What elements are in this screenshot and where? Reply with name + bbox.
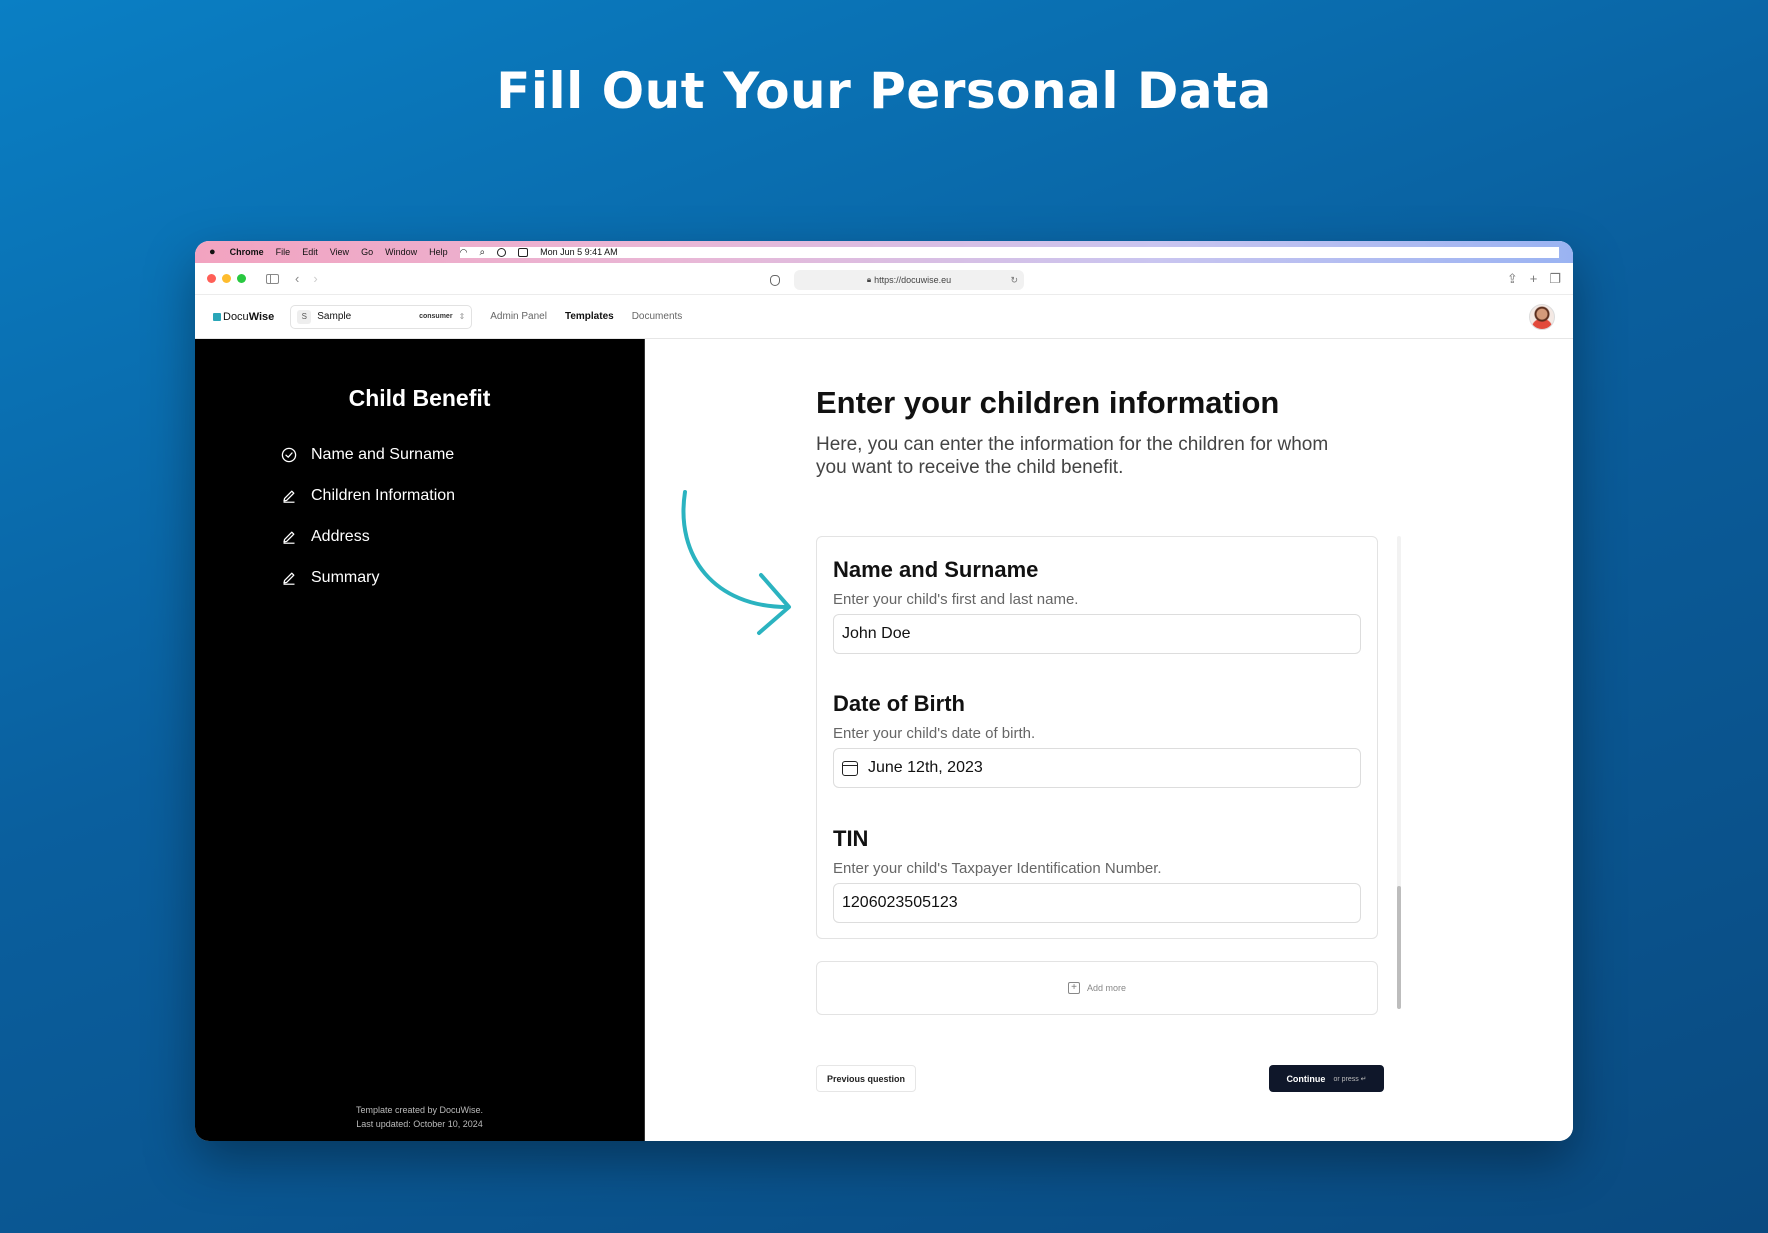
workspace-name: Sample [317, 311, 352, 322]
menu-edit[interactable]: Edit [302, 247, 318, 257]
dob-value: June 12th, 2023 [868, 759, 983, 776]
step-label: Children Information [311, 486, 456, 504]
tin-value: 1206023505123 [842, 894, 958, 911]
privacy-shield-icon[interactable] [770, 274, 780, 286]
main-content: Child Benefit Name and Surname Children … [195, 339, 1573, 1141]
menu-file[interactable]: File [276, 247, 291, 257]
name-help: Enter your child's first and last name. [833, 591, 1079, 608]
share-icon[interactable]: ⇪ [1507, 271, 1518, 287]
step-label: Name and Surname [311, 445, 455, 463]
control-center-icon[interactable] [518, 247, 529, 257]
plus-square-icon: + [1067, 982, 1080, 994]
question-description: Here, you can enter the information for … [816, 434, 1329, 478]
lock-icon: 🔒︎ [866, 275, 872, 284]
add-more-label: Add more [1086, 983, 1127, 993]
workspace-badge: consumer [419, 313, 453, 320]
sidebar-toggle-icon[interactable] [266, 273, 279, 284]
nav-templates[interactable]: Templates [565, 311, 614, 322]
question-panel: Enter your children information Here, yo… [645, 339, 1573, 1141]
name-value: John Doe [842, 625, 911, 642]
calendar-icon [842, 760, 858, 776]
curved-arrow-icon [681, 490, 791, 635]
continue-hint: or press ↵ [1333, 1075, 1367, 1083]
workspace-switcher[interactable]: S Sample consumer ⇕ [290, 304, 473, 329]
new-tab-icon[interactable]: + [1530, 271, 1538, 287]
step-name-and-surname[interactable]: Name and Surname [281, 434, 644, 475]
dob-picker[interactable]: June 12th, 2023 [833, 748, 1361, 788]
sidebar-title: Child Benefit [348, 385, 491, 411]
user-avatar[interactable] [1529, 303, 1555, 330]
menu-go[interactable]: Go [361, 247, 373, 257]
continue-label: Continue [1286, 1073, 1326, 1084]
zoom-window-icon[interactable] [237, 274, 246, 283]
dob-help: Enter your child's date of birth. [833, 725, 1036, 742]
step-label: Address [311, 527, 370, 545]
logo-text-light: Docu [223, 310, 249, 323]
template-credit: Template created by DocuWise. [355, 1105, 484, 1115]
workspace-avatar: S [297, 309, 312, 324]
sidebar-footer: Template created by DocuWise. Last updat… [195, 1103, 644, 1131]
wifi-icon[interactable]: ◠ [460, 247, 468, 258]
app-header: Docu Wise S Sample consumer ⇕ Admin Panel… [195, 295, 1573, 339]
menu-view[interactable]: View [330, 247, 349, 257]
nav-documents[interactable]: Documents [632, 311, 683, 322]
step-address[interactable]: Address [281, 516, 644, 557]
question-title: Enter your children information [816, 385, 1280, 420]
pencil-icon [281, 570, 297, 586]
close-window-icon[interactable] [207, 274, 216, 283]
forward-icon[interactable]: › [313, 271, 317, 286]
mac-menubar: ● Chrome File Edit View Go Window Help ◠… [195, 241, 1573, 263]
name-label: Name and Surname [833, 557, 1039, 582]
tin-field-group: TIN Enter your child's Taxpayer Identifi… [833, 826, 1361, 923]
dob-label: Date of Birth [833, 691, 965, 716]
step-label: Summary [311, 568, 380, 586]
steps-sidebar: Child Benefit Name and Surname Children … [195, 339, 645, 1141]
menu-help[interactable]: Help [429, 247, 448, 257]
name-field-group: Name and Surname Enter your child's firs… [833, 557, 1361, 654]
minimize-window-icon[interactable] [222, 274, 231, 283]
name-input[interactable]: John Doe [833, 614, 1361, 654]
menubar-clock[interactable]: Mon Jun 5 9:41 AM [540, 247, 618, 257]
docuwise-logo[interactable]: Docu Wise [213, 311, 274, 323]
reload-icon[interactable]: ↻ [1010, 275, 1018, 286]
address-area: 🔒︎ https://docuwise.eu ↻ [770, 270, 1024, 290]
chevron-updown-icon: ⇕ [458, 312, 466, 321]
spotlight-icon[interactable]: ⌕ [479, 247, 485, 258]
tin-help: Enter your child's Taxpayer Identificati… [833, 860, 1162, 877]
previous-question-button[interactable]: Previous question [816, 1065, 917, 1092]
continue-button[interactable]: Continue or press ↵ [1269, 1065, 1384, 1092]
step-children-information[interactable]: Children Information [281, 475, 644, 516]
apple-icon[interactable]: ● [209, 246, 216, 258]
window-controls [207, 274, 246, 283]
user-switch-icon[interactable] [497, 247, 507, 257]
tin-label: TIN [833, 826, 869, 851]
scrollbar-thumb[interactable] [1397, 886, 1401, 1009]
dob-field-group: Date of Birth Enter your child's date of… [833, 691, 1361, 788]
menu-app[interactable]: Chrome [230, 247, 264, 257]
nav-admin-panel[interactable]: Admin Panel [490, 311, 547, 322]
logo-text-bold: Wise [248, 310, 275, 323]
add-more-button[interactable]: + Add more [816, 961, 1378, 1015]
check-circle-icon [281, 447, 297, 463]
tin-input[interactable]: 1206023505123 [833, 883, 1361, 923]
step-summary[interactable]: Summary [281, 557, 644, 598]
pencil-icon [281, 529, 297, 545]
steps-list: Name and Surname Children Information Ad… [195, 434, 644, 598]
back-icon[interactable]: ‹ [295, 271, 299, 286]
hero-title: Fill Out Your Personal Data [496, 62, 1272, 120]
tab-overview-icon[interactable]: ❐ [1549, 271, 1561, 287]
address-bar[interactable]: 🔒︎ https://docuwise.eu ↻ [794, 270, 1024, 290]
menu-window[interactable]: Window [385, 247, 417, 257]
url-text: https://docuwise.eu [874, 275, 952, 285]
logo-mark-icon [213, 312, 221, 321]
pencil-icon [281, 488, 297, 504]
child-entry-card: Name and Surname Enter your child's firs… [816, 536, 1378, 939]
browser-window: ● Chrome File Edit View Go Window Help ◠… [195, 241, 1573, 1141]
last-updated: Last updated: October 10, 2024 [356, 1119, 483, 1129]
